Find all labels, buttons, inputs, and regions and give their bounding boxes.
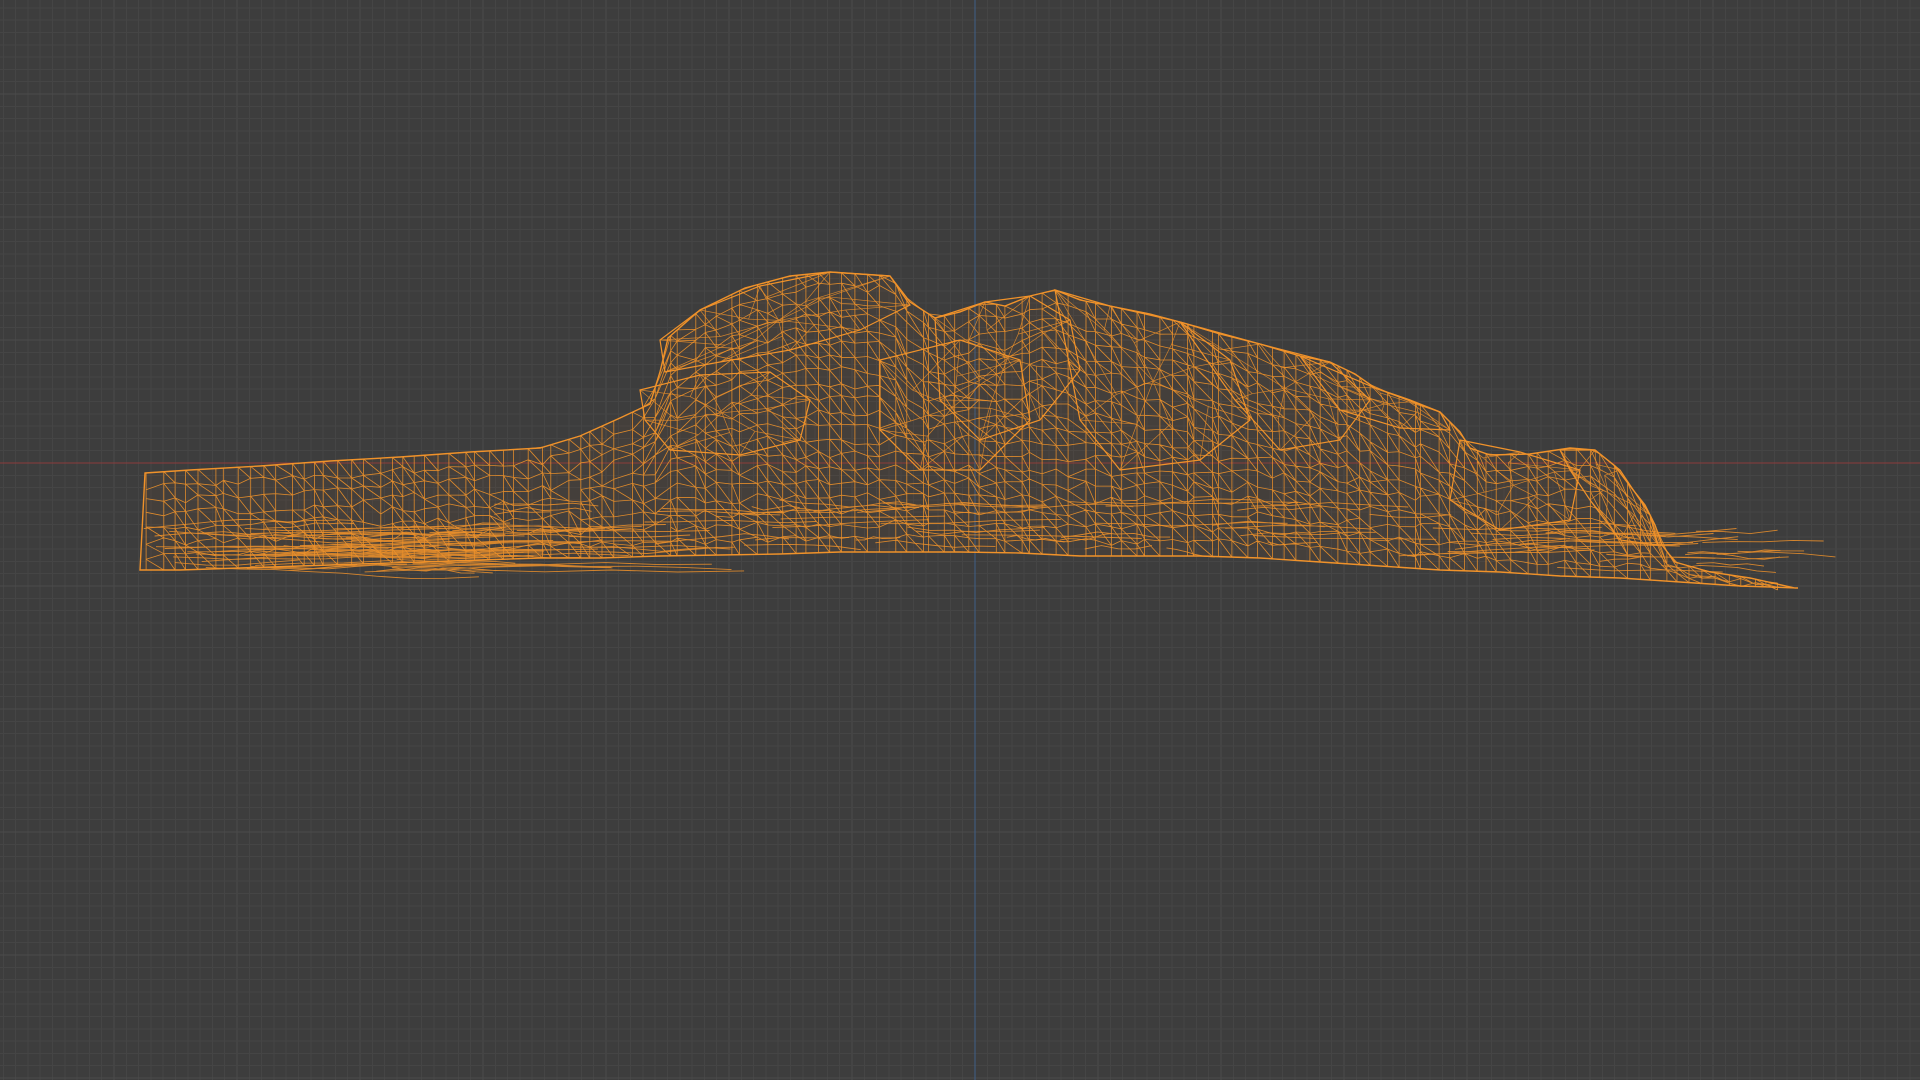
mesh-object[interactable]: [139, 271, 1836, 591]
3d-viewport[interactable]: [0, 0, 1920, 1080]
rock-wireframe-mesh[interactable]: [0, 0, 1920, 1080]
